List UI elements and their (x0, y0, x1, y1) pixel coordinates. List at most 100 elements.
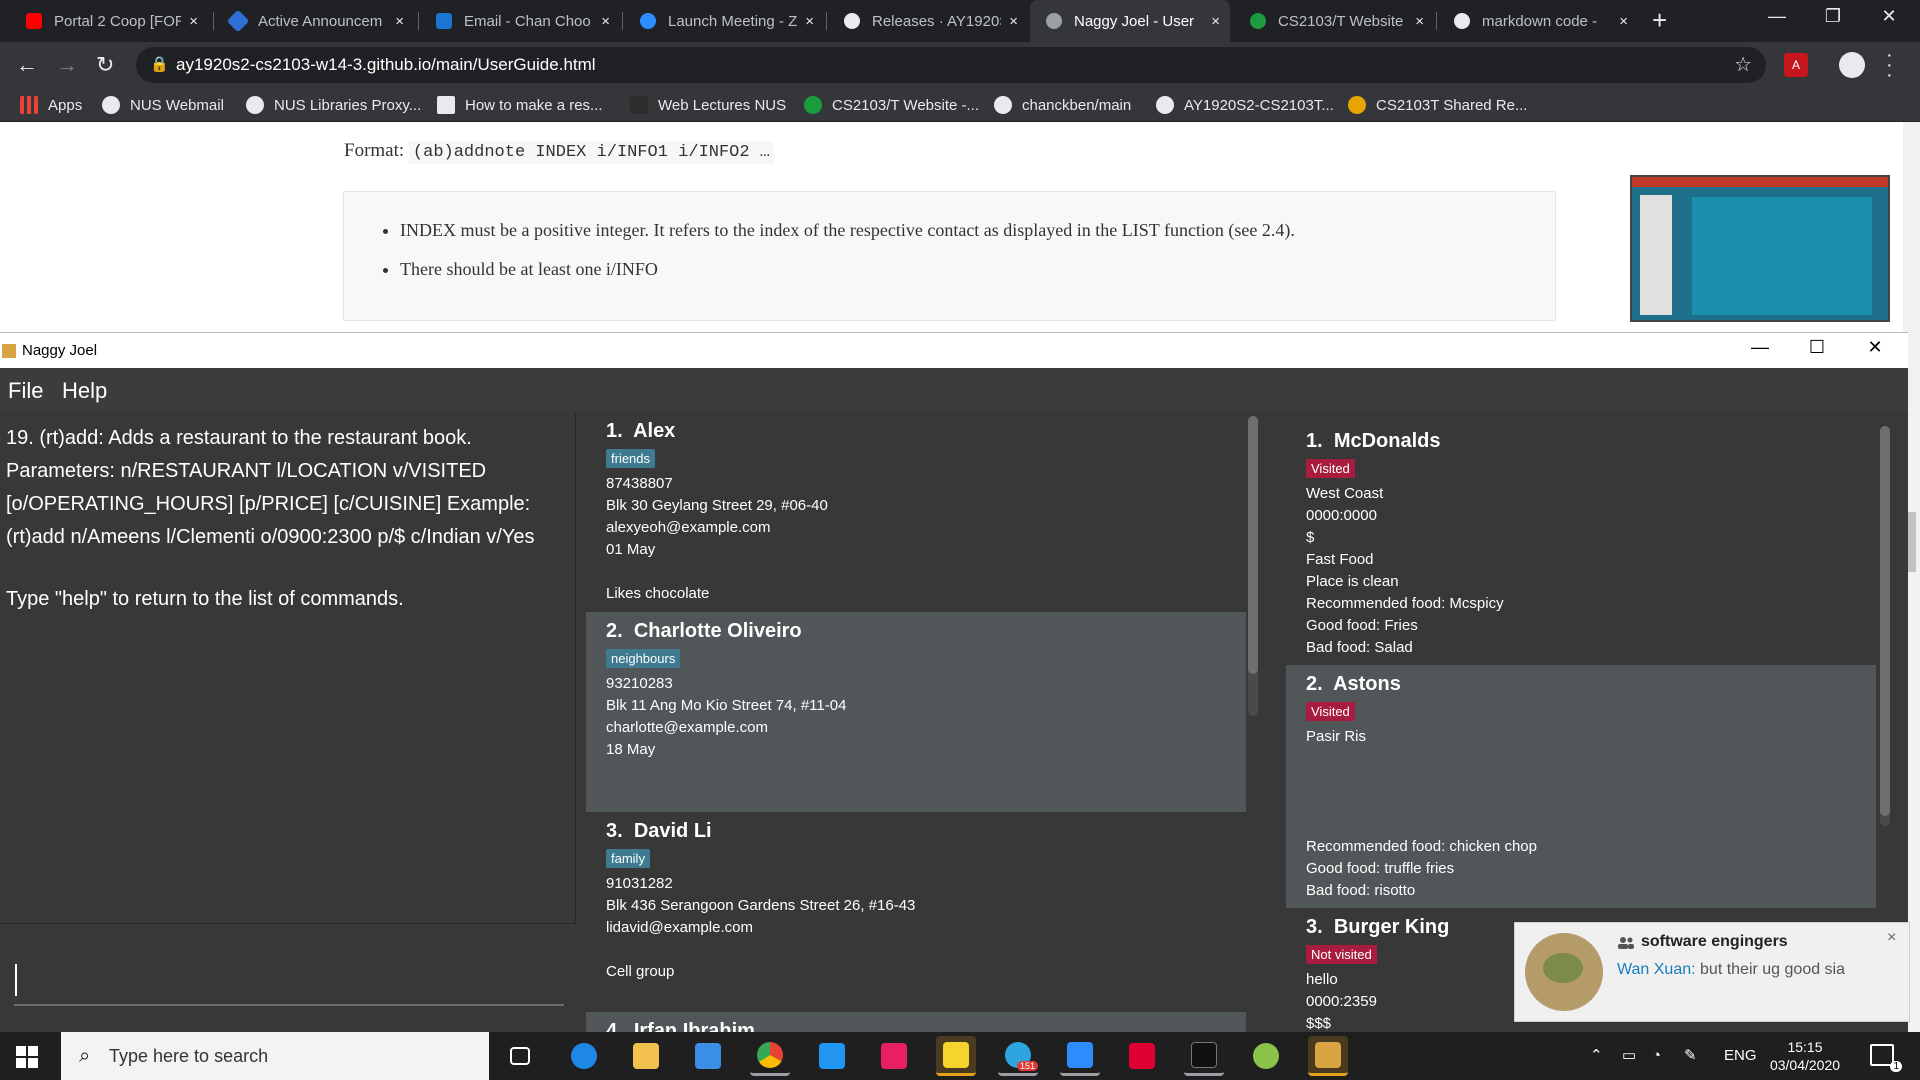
globe-icon (102, 96, 120, 114)
language-indicator[interactable]: ENG (1724, 1032, 1757, 1080)
contact-list-scrollbar[interactable] (1248, 416, 1258, 716)
tab-close-icon[interactable]: × (395, 13, 404, 30)
github-icon (994, 96, 1012, 114)
sticky-notes-icon[interactable] (936, 1036, 976, 1076)
angular-icon[interactable] (1122, 1036, 1162, 1076)
contact-card[interactable]: 3. David Li family 91031282 Blk 436 Sera… (586, 812, 1246, 1012)
notification-count: 1 (1890, 1061, 1902, 1072)
chat-notification[interactable]: software engingers Wan Xuan: but their u… (1514, 922, 1910, 1022)
tab-close-icon[interactable]: × (189, 13, 198, 30)
tab-title: Launch Meeting - Z (668, 12, 798, 30)
tab-close-icon[interactable]: × (805, 13, 814, 30)
restore-icon[interactable]: ❐ (1810, 6, 1856, 27)
pen-icon[interactable]: ✎ (1684, 1032, 1697, 1080)
naggy-joel-taskbar-icon[interactable] (1308, 1036, 1348, 1076)
minimize-icon[interactable]: — (1754, 6, 1800, 27)
menu-help[interactable]: Help (62, 378, 107, 404)
bookmark-cs2103-website[interactable]: CS2103/T Website -... (804, 88, 979, 122)
battery-icon[interactable]: ▭ (1622, 1032, 1636, 1080)
pdf-extension-icon[interactable]: A (1784, 53, 1808, 77)
contact-address: Blk 11 Ang Mo Kio Street 74, #11-04 (606, 697, 847, 714)
bookmark-how-to-make[interactable]: How to make a res... (437, 88, 603, 122)
tab-close-icon[interactable]: × (1619, 13, 1628, 30)
telegram-icon[interactable]: 151 (998, 1036, 1038, 1076)
menu-file[interactable]: File (8, 378, 43, 404)
notification-close-icon[interactable]: × (1887, 929, 1896, 947)
restaurant-card[interactable]: 2. Astons Visited Pasir Ris Recommended … (1286, 665, 1876, 908)
back-icon[interactable]: ← (16, 52, 38, 78)
windows-start-icon[interactable] (16, 1046, 38, 1068)
contact-card[interactable]: 1. Alex friends 87438807 Blk 30 Geylang … (586, 412, 1246, 612)
app-close-icon[interactable]: ✕ (1852, 337, 1898, 358)
contact-list[interactable]: 1. Alex friends 87438807 Blk 30 Geylang … (586, 412, 1246, 1032)
chrome-menu-icon[interactable]: · · · (1886, 45, 1893, 85)
bookmark-web-lectures[interactable]: Web Lectures NUS (630, 88, 786, 122)
terminal-icon[interactable] (1184, 1036, 1224, 1076)
tab-releases[interactable]: Releases · AY1920S × (828, 0, 1028, 42)
action-center-icon[interactable]: 1 (1870, 1044, 1902, 1072)
system-clock[interactable]: 15:15 03/04/2020 (1760, 1038, 1850, 1074)
forward-icon[interactable]: → (56, 52, 78, 78)
contact-card[interactable]: 2. Charlotte Oliveiro neighbours 9321028… (586, 612, 1246, 812)
globe-icon (1046, 13, 1062, 29)
tab-close-icon[interactable]: × (1009, 13, 1018, 30)
tab-naggy-joel[interactable]: Naggy Joel - User × (1030, 0, 1230, 42)
address-bar[interactable]: 🔒 ay1920s2-cs2103-w14-3.github.io/main/U… (136, 47, 1766, 83)
bookmark-ay1920s2[interactable]: AY1920S2-CS2103T... (1156, 88, 1334, 122)
bookmark-label: Web Lectures NUS (658, 96, 787, 114)
bookmark-label: CS2103T Shared Re... (1376, 96, 1528, 114)
taskbar-search[interactable]: ⌕ Type here to search (61, 1032, 489, 1080)
tab-close-icon[interactable]: × (601, 13, 610, 30)
bookmark-star-icon[interactable]: ☆ (1734, 47, 1752, 83)
profile-avatar-icon[interactable] (1839, 52, 1865, 78)
restaurant-card[interactable]: 1. McDonalds Visited West Coast 0000:000… (1286, 422, 1876, 665)
notification-text: but their ug good sia (1700, 961, 1846, 978)
contact-name: 3. David Li (606, 820, 712, 842)
edge-icon[interactable] (564, 1036, 604, 1076)
reload-icon[interactable]: ↻ (96, 52, 114, 78)
tab-title: Releases · AY1920S (872, 12, 1002, 30)
contact-remark: Cell group (606, 963, 675, 980)
bookmark-cs2103t-shared[interactable]: CS2103T Shared Re... (1348, 88, 1527, 122)
task-view-icon[interactable] (500, 1036, 540, 1076)
notification-message: Wan Xuan: but their ug good sia (1617, 961, 1845, 979)
bookmark-nus-libraries[interactable]: NUS Libraries Proxy... (246, 88, 421, 122)
tab-close-icon[interactable]: × (1415, 13, 1424, 30)
restaurant-recommended: Recommended food: chicken chop (1306, 838, 1537, 855)
notification-group: software engingers (1641, 933, 1788, 950)
tab-markdown-code[interactable]: markdown code - × (1438, 0, 1638, 42)
vscode-icon[interactable] (812, 1036, 852, 1076)
app-maximize-icon[interactable]: ☐ (1794, 337, 1840, 358)
restaurant-bad-food: Bad food: risotto (1306, 882, 1416, 899)
contact-card[interactable]: 4. Irfan Ibrahim (586, 1012, 1246, 1032)
bookmark-chanckben[interactable]: chanckben/main (994, 88, 1131, 122)
app-minimize-icon[interactable]: — (1737, 337, 1783, 358)
clock-time: 15:15 (1787, 1039, 1823, 1055)
apps-grid-icon (20, 96, 38, 114)
tab-email[interactable]: Email - Chan Choo × (420, 0, 620, 42)
result-display: 19. (rt)add: Adds a restaurant to the re… (0, 412, 576, 924)
show-hidden-icons[interactable]: ⌃ (1590, 1032, 1603, 1080)
close-window-icon[interactable]: ✕ (1866, 6, 1912, 27)
restaurant-list-scrollbar[interactable] (1880, 426, 1890, 826)
bookmark-apps[interactable]: Apps (20, 88, 82, 122)
zoom-icon[interactable] (1060, 1036, 1100, 1076)
tab-zoom-meeting[interactable]: Launch Meeting - Z × (624, 0, 824, 42)
command-box[interactable] (0, 924, 576, 1032)
intellij-icon[interactable] (874, 1036, 914, 1076)
bookmark-nus-webmail[interactable]: NUS Webmail (102, 88, 224, 122)
chrome-icon[interactable] (750, 1036, 790, 1076)
tab-announcements[interactable]: Active Announcem × (214, 0, 414, 42)
lock-icon: 🔒 (150, 56, 169, 73)
mail-icon[interactable] (688, 1036, 728, 1076)
tab-cs2103-website[interactable]: CS2103/T Website × (1234, 0, 1434, 42)
tab-portal-2[interactable]: Portal 2 Coop [FOR × (10, 0, 208, 42)
contact-phone: 93210283 (606, 675, 673, 692)
clock-date: 03/04/2020 (1769, 1057, 1841, 1073)
new-tab-button[interactable]: + (1652, 5, 1667, 36)
tab-close-icon[interactable]: × (1211, 13, 1220, 30)
paint-icon[interactable] (1246, 1036, 1286, 1076)
slideshow-thumbnail[interactable] (1630, 175, 1890, 322)
wifi-icon[interactable]: ◔ (1652, 1032, 1661, 1080)
file-explorer-icon[interactable] (626, 1036, 666, 1076)
